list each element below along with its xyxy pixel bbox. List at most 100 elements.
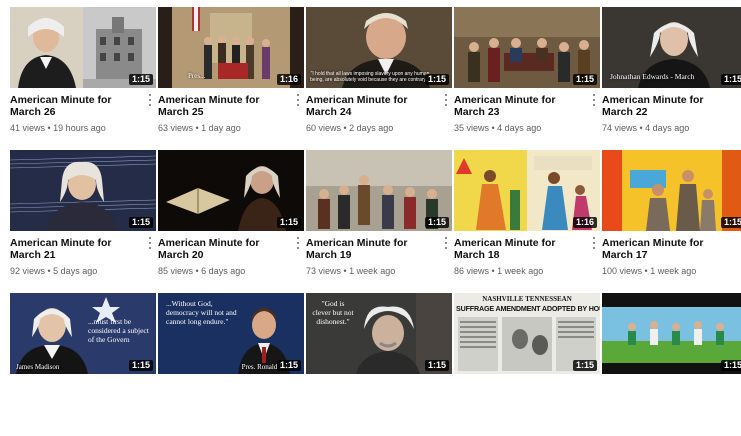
view-count: 74 views bbox=[602, 123, 638, 133]
view-count: 35 views bbox=[454, 123, 490, 133]
meta-separator: • bbox=[341, 266, 350, 276]
video-thumbnail[interactable]: 1:15 bbox=[602, 150, 741, 231]
video-card[interactable]: Johnathan Edwards - March 1:15 American … bbox=[602, 7, 741, 150]
video-card[interactable]: ...must first be considered a subject of… bbox=[10, 293, 156, 436]
duration-badge: 1:15 bbox=[276, 217, 301, 228]
thumbnail-quote: ...Without God, democracy will not and c… bbox=[166, 299, 237, 326]
view-count: 73 views bbox=[306, 266, 342, 276]
video-thumbnail[interactable]: 1:15 bbox=[306, 150, 452, 231]
thumbnail-quote: "God is clever but not dishonest." bbox=[312, 299, 354, 326]
video-card[interactable]: 1:15 American Minute for March 19 73 vie… bbox=[306, 150, 452, 293]
upload-age: 6 days ago bbox=[201, 266, 246, 276]
view-count: 41 views bbox=[10, 123, 46, 133]
video-meta: 41 views • 19 hours ago bbox=[10, 123, 156, 134]
more-options-icon[interactable] bbox=[296, 94, 300, 106]
video-meta: 85 views • 6 days ago bbox=[158, 266, 304, 277]
video-meta: 100 views • 1 week ago bbox=[602, 266, 741, 277]
more-options-icon[interactable] bbox=[592, 237, 596, 249]
upload-age: 1 week ago bbox=[497, 266, 544, 276]
newspaper-headline: SUFFRAGE AMENDMENT ADOPTED BY HOUSE bbox=[456, 304, 600, 313]
video-meta: 92 views • 5 days ago bbox=[10, 266, 156, 277]
video-thumbnail[interactable]: 1:15 bbox=[454, 7, 600, 88]
video-thumbnail[interactable]: "God is clever but not dishonest." 1:15 bbox=[306, 293, 452, 374]
view-count: 85 views bbox=[158, 266, 194, 276]
video-title[interactable]: American Minute for March 24 bbox=[306, 94, 452, 118]
video-card[interactable]: 1:15 American Minute for March 23 35 vie… bbox=[454, 7, 600, 150]
video-meta: 35 views • 4 days ago bbox=[454, 123, 600, 134]
duration-badge: 1:15 bbox=[128, 74, 153, 85]
video-title[interactable]: American Minute for March 22 bbox=[602, 94, 741, 118]
video-card[interactable]: 1:15 bbox=[602, 293, 741, 436]
upload-age: 4 days ago bbox=[497, 123, 542, 133]
video-card[interactable]: NASHVILLE TENNESSEAN SUFFRAGE AMENDMENT … bbox=[454, 293, 600, 436]
duration-badge: 1:15 bbox=[128, 217, 153, 228]
meta-separator: • bbox=[637, 123, 646, 133]
duration-badge: 1:15 bbox=[276, 360, 301, 371]
meta-separator: • bbox=[193, 123, 202, 133]
duration-badge: 1:15 bbox=[572, 74, 597, 85]
video-card[interactable]: ...Without God, democracy will not and c… bbox=[158, 293, 304, 436]
video-meta: 60 views • 2 days ago bbox=[306, 123, 452, 134]
video-thumbnail[interactable]: Johnathan Edwards - March 1:15 bbox=[602, 7, 741, 88]
video-card[interactable]: "I hold that all laws imposing slavery u… bbox=[306, 7, 452, 150]
duration-badge: 1:15 bbox=[720, 360, 741, 371]
video-title[interactable]: American Minute for March 21 bbox=[10, 237, 156, 261]
thumbnail-quote: ...must first be considered a subject of… bbox=[88, 317, 149, 344]
video-thumbnail[interactable]: 1:15 bbox=[158, 150, 304, 231]
video-card[interactable]: "God is clever but not dishonest." 1:15 bbox=[306, 293, 452, 436]
video-card[interactable]: 1:15 American Minute for March 20 85 vie… bbox=[158, 150, 304, 293]
video-thumbnail[interactable]: 1:15 bbox=[10, 150, 156, 231]
video-meta: 73 views • 1 week ago bbox=[306, 266, 452, 277]
video-title[interactable]: American Minute for March 25 bbox=[158, 94, 304, 118]
video-title[interactable]: American Minute for March 19 bbox=[306, 237, 452, 261]
upload-age: 2 days ago bbox=[349, 123, 394, 133]
video-thumbnail[interactable]: 1:15 bbox=[602, 293, 741, 374]
more-options-icon[interactable] bbox=[148, 237, 152, 249]
video-card[interactable]: Pres... 1:16 American Minute for March 2… bbox=[158, 7, 304, 150]
video-title[interactable]: American Minute for March 26 bbox=[10, 94, 156, 118]
meta-separator: • bbox=[642, 266, 651, 276]
video-title[interactable]: American Minute for March 23 bbox=[454, 94, 600, 118]
video-meta: 86 views • 1 week ago bbox=[454, 266, 600, 277]
more-options-icon[interactable] bbox=[148, 94, 152, 106]
upload-age: 5 days ago bbox=[53, 266, 98, 276]
upload-age: 1 day ago bbox=[201, 123, 241, 133]
meta-separator: • bbox=[489, 266, 498, 276]
duration-badge: 1:15 bbox=[128, 360, 153, 371]
video-thumbnail[interactable]: 1:15 bbox=[10, 7, 156, 88]
duration-badge: 1:15 bbox=[720, 74, 741, 85]
more-options-icon[interactable] bbox=[444, 237, 448, 249]
video-meta: 63 views • 1 day ago bbox=[158, 123, 304, 134]
duration-badge: 1:15 bbox=[424, 360, 449, 371]
video-card[interactable]: 1:15 American Minute for March 21 92 vie… bbox=[10, 150, 156, 293]
video-title[interactable]: American Minute for March 20 bbox=[158, 237, 304, 261]
duration-badge: 1:15 bbox=[424, 74, 449, 85]
video-meta: 74 views • 4 days ago bbox=[602, 123, 741, 134]
video-title[interactable]: American Minute for March 18 bbox=[454, 237, 600, 261]
video-card[interactable]: 1:15 American Minute for March 26 41 vie… bbox=[10, 7, 156, 150]
meta-separator: • bbox=[193, 266, 202, 276]
view-count: 86 views bbox=[454, 266, 490, 276]
duration-badge: 1:15 bbox=[424, 217, 449, 228]
video-thumbnail[interactable]: 1:16 bbox=[454, 150, 600, 231]
meta-separator: • bbox=[45, 123, 54, 133]
duration-badge: 1:15 bbox=[720, 217, 741, 228]
video-title[interactable]: American Minute for March 17 bbox=[602, 237, 741, 261]
more-options-icon[interactable] bbox=[592, 94, 596, 106]
thumbnail-caption: Johnathan Edwards - March bbox=[610, 72, 695, 81]
video-thumbnail[interactable]: "I hold that all laws imposing slavery u… bbox=[306, 7, 452, 88]
meta-separator: • bbox=[45, 266, 54, 276]
video-thumbnail[interactable]: ...Without God, democracy will not and c… bbox=[158, 293, 304, 374]
upload-age: 1 week ago bbox=[349, 266, 396, 276]
video-card[interactable]: 1:16 American Minute for March 18 86 vie… bbox=[454, 150, 600, 293]
more-options-icon[interactable] bbox=[296, 237, 300, 249]
video-card[interactable]: 1:15 American Minute for March 17 100 vi… bbox=[602, 150, 741, 293]
video-thumbnail[interactable]: NASHVILLE TENNESSEAN SUFFRAGE AMENDMENT … bbox=[454, 293, 600, 374]
view-count: 63 views bbox=[158, 123, 194, 133]
video-thumbnail[interactable]: ...must first be considered a subject of… bbox=[10, 293, 156, 374]
newspaper-masthead: NASHVILLE TENNESSEAN bbox=[482, 295, 572, 303]
video-thumbnail[interactable]: Pres... 1:16 bbox=[158, 7, 304, 88]
video-grid: 1:15 American Minute for March 26 41 vie… bbox=[10, 7, 741, 436]
more-options-icon[interactable] bbox=[444, 94, 448, 106]
duration-badge: 1:15 bbox=[572, 360, 597, 371]
